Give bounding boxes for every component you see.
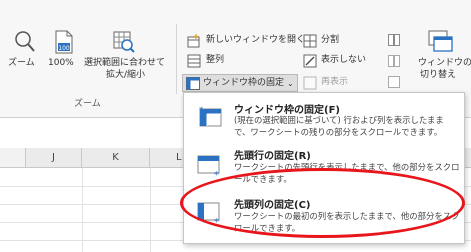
split-icon xyxy=(303,34,317,48)
zoom-selection-icon xyxy=(113,31,135,53)
hide-label: 表示しない xyxy=(321,55,367,65)
menu-item-title: 先頭行の固定(R) xyxy=(234,151,311,162)
freeze-panes-icon xyxy=(186,77,200,90)
zoom-button[interactable]: ズーム xyxy=(6,30,44,82)
menu-item-title: 先頭列の固定(C) xyxy=(234,200,311,211)
zoom-selection-label-line1: 選択範囲に合わせて xyxy=(84,58,166,68)
magnifier-icon xyxy=(15,31,35,52)
reset-window-position-icon[interactable] xyxy=(388,76,400,88)
hide-button[interactable]: 表示しない xyxy=(303,53,373,69)
arrange-label: 整列 xyxy=(206,55,225,65)
menu-item-freeze-top-row[interactable]: * 先頭行の固定(R) ワークシートの先頭行を表示したままで、他の部分をスクロー… xyxy=(184,141,464,189)
unhide-window-icon xyxy=(303,76,317,90)
switch-windows-label-line2: 切り替え xyxy=(420,70,457,80)
switch-windows-label-line1: ウィンドウの xyxy=(418,58,471,68)
zoom-group-label: ズーム xyxy=(74,99,101,109)
zoom-to-selection-button[interactable]: 選択範囲に合わせて 拡大/縮小 xyxy=(84,30,166,88)
freeze-panes-icon: * xyxy=(199,106,222,127)
svg-text:*: * xyxy=(214,170,219,178)
switch-windows-button[interactable]: ウィンドウの 切り替え xyxy=(416,30,471,88)
menu-item-description: (現在の選択範囲に基づいて) 行および列を表示したままで、ワークシートの残りの部… xyxy=(234,115,444,137)
row-col-corner[interactable] xyxy=(0,148,26,168)
freeze-panes-button[interactable]: ウィンドウ枠の固定 ⌄ xyxy=(182,74,298,92)
view-side-by-side-icon[interactable] xyxy=(388,34,400,46)
page-100-icon: 100 xyxy=(55,30,73,54)
zoom-label: ズーム xyxy=(8,58,35,68)
arrange-icon xyxy=(187,54,201,68)
menu-item-freeze-first-column[interactable]: * 先頭列の固定(C) ワークシートの最初の列を表示したままで、他の部分をスクロ… xyxy=(184,189,464,243)
menu-item-description: ワークシートの先頭行を表示したままで、他の部分をスクロールできます。 xyxy=(234,162,460,184)
hide-window-icon xyxy=(303,54,317,68)
svg-text:*: * xyxy=(199,106,204,116)
new-window-icon xyxy=(187,34,200,48)
synchronous-scrolling-icon[interactable] xyxy=(388,55,400,67)
new-window-label: 新しいウィンドウを開く xyxy=(206,35,306,45)
zoom-100-label: 100% xyxy=(48,58,74,68)
column-header-k[interactable]: K xyxy=(82,148,150,168)
unhide-button[interactable]: 再表示 xyxy=(303,75,363,91)
split-label: 分割 xyxy=(321,35,340,45)
freeze-panes-label: ウィンドウ枠の固定 xyxy=(203,78,285,88)
column-header-j[interactable]: J xyxy=(26,148,82,168)
zoom-100-button[interactable]: 100 100% xyxy=(46,30,82,82)
zoom-selection-label-line2: 拡大/縮小 xyxy=(106,70,146,80)
new-window-button[interactable]: 新しいウィンドウを開く xyxy=(184,33,318,49)
arrange-all-button[interactable]: 整列 xyxy=(184,53,244,69)
freeze-first-column-icon: * xyxy=(197,202,220,225)
menu-item-freeze-panes[interactable]: * ウィンドウ枠の固定(F) (現在の選択範囲に基づいて) 行および列を表示した… xyxy=(184,93,464,141)
switch-windows-icon xyxy=(428,30,453,52)
chevron-down-icon: ⌄ xyxy=(287,79,294,88)
freeze-panes-menu: * ウィンドウ枠の固定(F) (現在の選択範囲に基づいて) 行および列を表示した… xyxy=(183,92,465,244)
unhide-label: 再表示 xyxy=(321,77,349,87)
svg-text:100: 100 xyxy=(58,45,70,52)
group-separator xyxy=(176,24,177,94)
svg-text:*: * xyxy=(214,217,219,225)
split-button[interactable]: 分割 xyxy=(303,33,363,49)
freeze-top-row-icon: * xyxy=(197,155,220,178)
menu-item-description: ワークシートの最初の列を表示したままで、他の部分をスクロールできます。 xyxy=(234,211,460,233)
